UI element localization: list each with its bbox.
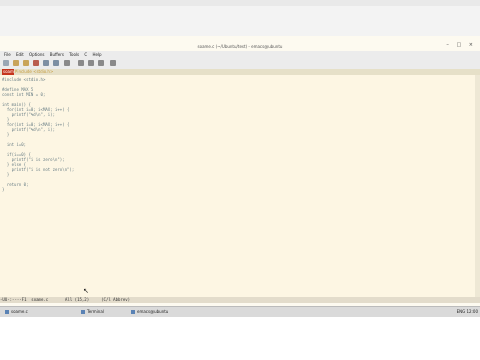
menubar: File Edit Options Buffers Tools C Help	[0, 51, 480, 58]
window-title: soame.c (~/Ubuntu/test) - emacs@ubuntu	[197, 44, 283, 49]
mouse-cursor-icon: ↖	[83, 287, 89, 295]
save-icon[interactable]	[43, 60, 49, 66]
save-as-icon[interactable]	[53, 60, 59, 66]
editor-area[interactable]: #include <stdio.h> #define MAX 5 const in…	[0, 75, 480, 297]
close-icon[interactable]	[33, 60, 39, 66]
open-folder-icon[interactable]	[13, 60, 19, 66]
code-content[interactable]: #include <stdio.h> #define MAX 5 const in…	[2, 77, 74, 192]
taskbar-item-emacs[interactable]: emacs@ubuntu	[130, 308, 168, 316]
menu-tools[interactable]: Tools	[69, 51, 79, 58]
menu-file[interactable]: File	[4, 51, 11, 58]
menu-help[interactable]: Help	[92, 51, 101, 58]
menu-c[interactable]: C	[84, 51, 87, 58]
taskbar-item-soame[interactable]: soame.c	[4, 308, 28, 316]
code-line[interactable]: }	[2, 187, 74, 192]
code-line[interactable]: printf("i is not zero\n");	[2, 167, 75, 172]
taskbar-item-terminal[interactable]: Terminal	[80, 308, 104, 316]
desktop-top-area	[0, 6, 480, 38]
search-icon[interactable]	[110, 60, 116, 66]
new-file-icon[interactable]	[3, 60, 9, 66]
system-tray[interactable]: ENG 12:00	[457, 308, 478, 316]
undo-icon[interactable]	[64, 60, 70, 66]
menu-options[interactable]: Options	[29, 51, 44, 58]
menu-buffers[interactable]: Buffers	[50, 51, 64, 58]
paste-icon[interactable]	[98, 60, 104, 66]
mode-line: -UU-:----F1 soame.c All (15,2) (C/l Abbr…	[0, 297, 480, 303]
cut-icon[interactable]	[78, 60, 84, 66]
window-controls[interactable]: – □ ×	[446, 42, 476, 48]
copy-icon[interactable]	[88, 60, 94, 66]
open-dir-icon[interactable]	[23, 60, 29, 66]
desktop-bottom	[0, 317, 480, 360]
scrollbar[interactable]	[475, 75, 480, 297]
menu-edit[interactable]: Edit	[16, 51, 24, 58]
